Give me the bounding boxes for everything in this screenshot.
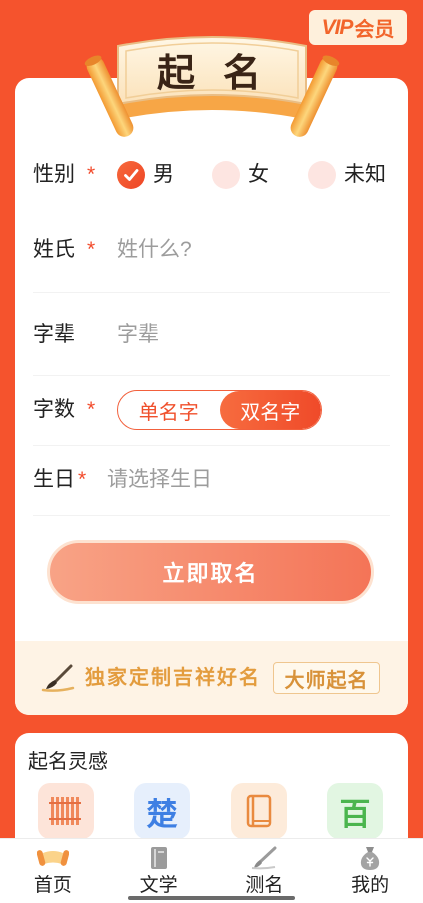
birthday-row: 生日 * 请选择生日 [15, 460, 408, 500]
brush-icon [41, 664, 75, 692]
bamboo-slips-icon [49, 797, 81, 825]
name-length-row: 字数 * 单名字 双名字 [15, 390, 408, 430]
tab-mine[interactable]: 我的 [317, 839, 423, 903]
master-naming-promo: 独家定制吉祥好名 大师起名 [15, 641, 408, 715]
inspiration-item-0[interactable] [38, 783, 94, 839]
book-icon [246, 794, 272, 828]
tab-literature[interactable]: 文学 [106, 839, 212, 903]
surname-row: 姓氏 * [15, 230, 408, 270]
vip-member-button[interactable]: VIP 会员 [309, 10, 407, 45]
divider [33, 292, 390, 293]
gender-option-1[interactable]: 女 [212, 161, 269, 189]
inspiration-item-1[interactable]: 楚 [134, 783, 190, 839]
book-icon [148, 846, 170, 870]
surname-label: 姓氏 [33, 238, 75, 261]
radio-circle-icon [212, 161, 240, 189]
required-mark: * [87, 238, 96, 261]
gender-row: 性别 * 男 女 未知 [15, 155, 408, 195]
inspiration-item-2[interactable] [231, 783, 287, 839]
tab-label: 测名 [245, 875, 284, 896]
gender-label: 性别 [33, 163, 75, 186]
name-length-label: 字数 [33, 398, 75, 421]
brush-icon [250, 846, 278, 870]
double-name-option[interactable]: 双名字 [219, 391, 321, 429]
gender-option-0[interactable]: 男 [117, 161, 174, 189]
gender-option-label: 未知 [344, 163, 386, 186]
gender-option-2[interactable]: 未知 [308, 161, 386, 189]
generate-name-button[interactable]: 立即取名 [47, 540, 374, 604]
generation-label: 字辈 [33, 323, 75, 346]
banner-char-ming: 名 [223, 53, 261, 95]
name-length-toggle: 单名字 双名字 [117, 390, 322, 430]
surname-input[interactable] [117, 230, 387, 270]
birthday-label: 生日 [33, 468, 75, 491]
generation-input[interactable] [117, 315, 387, 355]
inspiration-title: 起名灵感 [28, 751, 108, 773]
scroll-icon [36, 846, 69, 870]
scroll-banner: 起 名 [84, 36, 340, 137]
divider [33, 375, 390, 376]
divider [33, 445, 390, 446]
required-mark: * [87, 398, 96, 421]
radio-check-icon [117, 161, 145, 189]
money-bag-icon [358, 846, 382, 870]
chu-character-icon: 楚 [146, 796, 178, 832]
vip-label: 会员 [354, 19, 395, 41]
bai-character-icon: 百 [339, 796, 371, 832]
naming-form-card: 性别 * 男 女 未知 姓氏 * 字辈 [15, 78, 408, 715]
required-mark: * [78, 468, 87, 491]
inspiration-item-3[interactable]: 百 [327, 783, 383, 839]
gender-option-label: 女 [248, 163, 269, 186]
divider [33, 515, 390, 516]
tab-name-test[interactable]: 测名 [212, 839, 318, 903]
required-mark: * [87, 163, 96, 186]
tab-label: 我的 [351, 875, 390, 896]
master-naming-button[interactable]: 大师起名 [273, 662, 380, 694]
generation-row: 字辈 [15, 315, 408, 355]
tab-home[interactable]: 首页 [0, 839, 106, 903]
bottom-tab-bar: 首页 文学 测名 我的 [0, 838, 423, 903]
vip-logo-text: VIP [321, 15, 354, 39]
single-name-option[interactable]: 单名字 [118, 391, 220, 429]
home-indicator [128, 896, 295, 900]
promo-text: 独家定制吉祥好名 [85, 667, 261, 689]
tab-label: 首页 [33, 875, 72, 896]
radio-circle-icon [308, 161, 336, 189]
tab-label: 文学 [139, 875, 178, 896]
banner-char-qi: 起 [157, 53, 196, 95]
gender-option-label: 男 [153, 163, 174, 186]
birthday-picker[interactable]: 请选择生日 [107, 460, 212, 500]
